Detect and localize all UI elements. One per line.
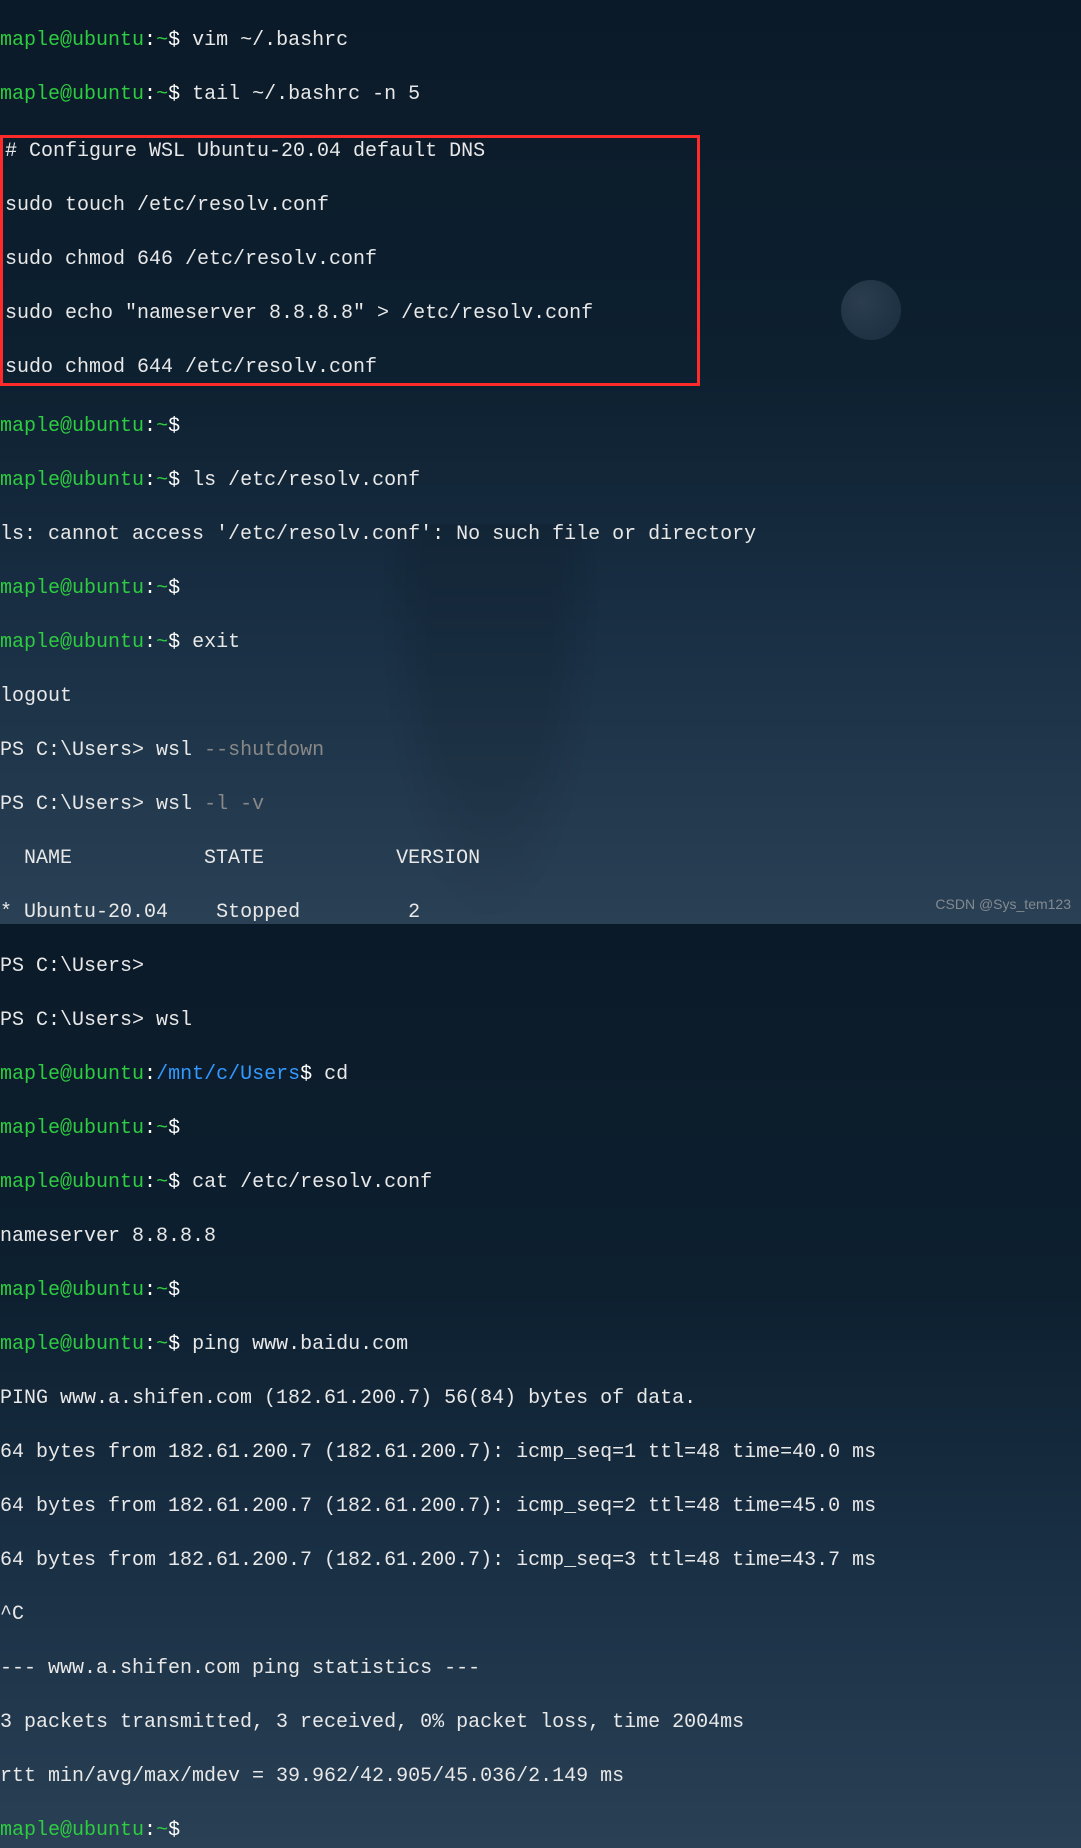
- command-text: wsl: [156, 793, 204, 816]
- prompt-path: /mnt/c/Users: [156, 1063, 300, 1086]
- prompt-host: ubuntu: [72, 29, 144, 52]
- ping-output-line: 64 bytes from 182.61.200.7 (182.61.200.7…: [0, 1547, 1081, 1574]
- prompt-at: @: [60, 29, 72, 52]
- bashrc-line: # Configure WSL Ubuntu-20.04 default DNS: [5, 138, 695, 165]
- command-text: ping www.baidu.com: [192, 1333, 408, 1356]
- prompt-line: maple@ubuntu:/mnt/c/Users$ cd: [0, 1061, 1081, 1088]
- command-text: tail ~/.bashrc -n 5: [192, 83, 420, 106]
- bashrc-line: sudo echo "nameserver 8.8.8.8" > /etc/re…: [5, 300, 695, 327]
- command-arg: --shutdown: [204, 739, 324, 762]
- output-line: ls: cannot access '/etc/resolv.conf': No…: [0, 521, 1081, 548]
- prompt-line: maple@ubuntu:~$ ping www.baidu.com: [0, 1331, 1081, 1358]
- ps-prompt-line: PS C:\Users> wsl: [0, 1007, 1081, 1034]
- prompt-line: maple@ubuntu:~$ ls /etc/resolv.conf: [0, 467, 1081, 494]
- ps-prompt-line: PS C:\Users>: [0, 953, 1081, 980]
- prompt-user: maple: [0, 29, 60, 52]
- prompt-line: maple@ubuntu:~$: [0, 1817, 1081, 1844]
- terminal[interactable]: maple@ubuntu:~$ vim ~/.bashrc maple@ubun…: [0, 0, 1081, 1848]
- command-arg: -l -v: [204, 793, 264, 816]
- ping-output-line: 3 packets transmitted, 3 received, 0% pa…: [0, 1709, 1081, 1736]
- prompt-line: maple@ubuntu:~$: [0, 413, 1081, 440]
- ping-output-line: 64 bytes from 182.61.200.7 (182.61.200.7…: [0, 1493, 1081, 1520]
- bashrc-line: sudo touch /etc/resolv.conf: [5, 192, 695, 219]
- ping-output-line: rtt min/avg/max/mdev = 39.962/42.905/45.…: [0, 1763, 1081, 1790]
- command-text: wsl: [156, 739, 204, 762]
- watermark: CSDN @Sys_tem123: [935, 891, 1071, 918]
- prompt-path: ~: [156, 29, 168, 52]
- wsl-list-header: NAME STATE VERSION: [0, 845, 1081, 872]
- command-text: vim ~/.bashrc: [192, 29, 348, 52]
- bashrc-line: sudo chmod 646 /etc/resolv.conf: [5, 246, 695, 273]
- ps-prompt-line: PS C:\Users> wsl -l -v: [0, 791, 1081, 818]
- highlight-box: # Configure WSL Ubuntu-20.04 default DNS…: [0, 135, 700, 386]
- command-text: cat /etc/resolv.conf: [192, 1171, 432, 1194]
- output-line: nameserver 8.8.8.8: [0, 1223, 1081, 1250]
- command-text: cd: [324, 1063, 348, 1086]
- prompt-line: maple@ubuntu:~$ exit: [0, 629, 1081, 656]
- ping-output-line: ^C: [0, 1601, 1081, 1628]
- output-line: logout: [0, 683, 1081, 710]
- prompt-line: maple@ubuntu:~$: [0, 575, 1081, 602]
- ps-prompt-line: PS C:\Users> wsl --shutdown: [0, 737, 1081, 764]
- command-text: wsl: [156, 1009, 192, 1032]
- ping-output-line: --- www.a.shifen.com ping statistics ---: [0, 1655, 1081, 1682]
- prompt-line: maple@ubuntu:~$: [0, 1277, 1081, 1304]
- ping-output-line: PING www.a.shifen.com (182.61.200.7) 56(…: [0, 1385, 1081, 1412]
- wsl-list-row: * Ubuntu-20.04 Stopped 2: [0, 899, 1081, 926]
- ping-output-line: 64 bytes from 182.61.200.7 (182.61.200.7…: [0, 1439, 1081, 1466]
- prompt-line: maple@ubuntu:~$ cat /etc/resolv.conf: [0, 1169, 1081, 1196]
- bashrc-line: sudo chmod 644 /etc/resolv.conf: [5, 354, 695, 381]
- ps-prompt: PS C:\Users>: [0, 739, 144, 762]
- prompt-line: maple@ubuntu:~$: [0, 1115, 1081, 1142]
- prompt-line: maple@ubuntu:~$ tail ~/.bashrc -n 5: [0, 81, 1081, 108]
- prompt-line: maple@ubuntu:~$ vim ~/.bashrc: [0, 27, 1081, 54]
- command-text: ls /etc/resolv.conf: [192, 469, 420, 492]
- command-text: exit: [192, 631, 240, 654]
